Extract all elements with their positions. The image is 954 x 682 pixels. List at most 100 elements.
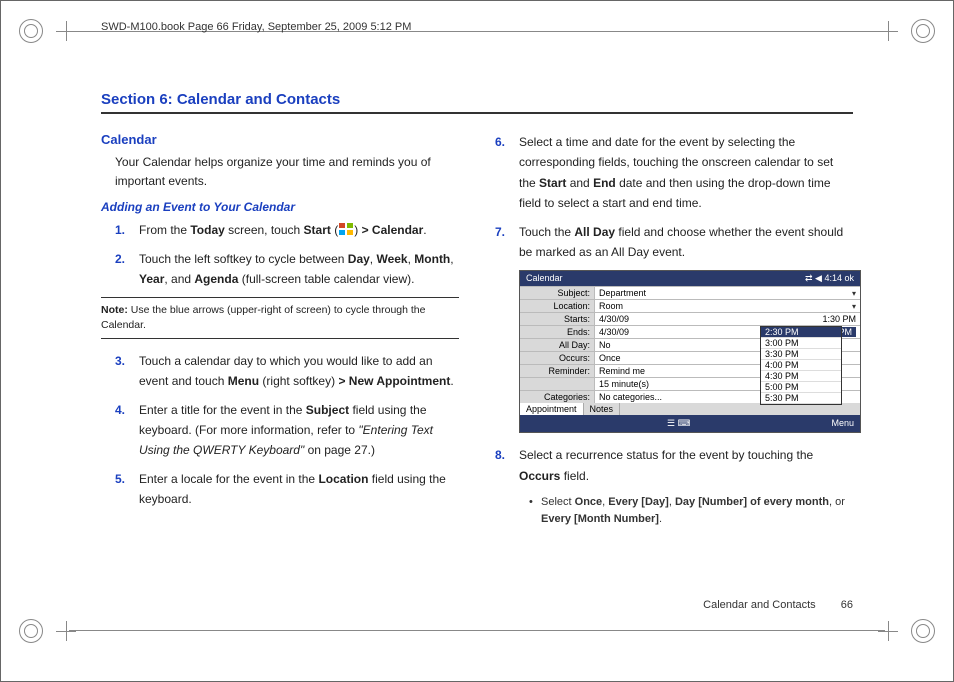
step-3: 3. Touch a calendar day to which you wou… xyxy=(115,351,459,392)
screenshot-title-bar: Calendar ⇄ ◀ 4:14 ok xyxy=(520,271,860,286)
softkey-right-menu: Menu xyxy=(831,418,854,429)
tab-notes: Notes xyxy=(584,403,621,415)
text: ) xyxy=(354,223,361,237)
section-title: Section 6: Calendar and Contacts xyxy=(101,91,853,114)
field-label-allday: All Day: xyxy=(520,339,595,351)
keyboard-icon: ☰ ⌨ xyxy=(667,418,691,429)
bold-text: Start xyxy=(304,223,331,237)
screenshot-softkey-bar: ☰ ⌨ Menu xyxy=(520,415,860,432)
dropdown-option: 3:00 PM xyxy=(761,338,841,349)
field-value-starts-time: 1:30 PM xyxy=(822,314,856,324)
dropdown-option: 4:00 PM xyxy=(761,360,841,371)
text: (right softkey) xyxy=(259,374,338,388)
field-label-starts: Starts: xyxy=(520,313,595,325)
text: Select xyxy=(541,496,575,508)
note-text: Use the blue arrows (upper-right of scre… xyxy=(101,304,426,331)
bold-text: Week xyxy=(376,252,407,266)
registration-target-icon xyxy=(911,19,935,43)
bold-text: End xyxy=(593,176,616,190)
text: . xyxy=(659,513,662,525)
dropdown-option: 3:30 PM xyxy=(761,349,841,360)
chevron-down-icon: ▾ xyxy=(852,302,856,311)
text: , or xyxy=(829,496,845,508)
step-8: 8. Select a recurrence status for the ev… xyxy=(495,445,853,486)
windows-start-icon xyxy=(339,223,353,235)
step-number: 2. xyxy=(115,249,139,290)
text: field. xyxy=(560,469,589,483)
chevron-down-icon: ▾ xyxy=(852,289,856,298)
device-screenshot: Calendar ⇄ ◀ 4:14 ok Subject:Department▾… xyxy=(519,270,861,433)
field-value-subject: Department xyxy=(599,288,646,298)
field-value-allday: No xyxy=(599,340,611,350)
time-dropdown-list: 2:30 PM 3:00 PM 3:30 PM 4:00 PM 4:30 PM … xyxy=(760,326,842,405)
bold-text: All Day xyxy=(574,225,615,239)
sub-bullet: • Select Once, Every [Day], Day [Number]… xyxy=(529,494,853,527)
field-label-occurs: Occurs: xyxy=(520,352,595,364)
field-value-categories: No categories... xyxy=(599,392,662,402)
text: . xyxy=(423,223,426,237)
page-source-header: SWD-M100.book Page 66 Friday, September … xyxy=(101,21,411,33)
dropdown-option: 5:30 PM xyxy=(761,393,841,404)
text: , xyxy=(450,252,453,266)
text: . xyxy=(450,374,453,388)
bold-text: Once xyxy=(575,496,603,508)
page: SWD-M100.book Page 66 Friday, September … xyxy=(0,0,954,682)
note-label: Note: xyxy=(101,304,128,316)
text: and xyxy=(566,176,593,190)
bullet-dot: • xyxy=(529,494,541,527)
bold-text: Day [Number] of every month xyxy=(675,496,829,508)
registration-target-icon xyxy=(19,19,43,43)
field-label-blank xyxy=(520,378,595,390)
tab-appointment: Appointment xyxy=(520,403,584,415)
text: screen, touch xyxy=(225,223,304,237)
crop-mark-icon xyxy=(878,621,898,641)
step-number: 5. xyxy=(115,469,139,510)
step-2: 2. Touch the left softkey to cycle betwe… xyxy=(115,249,459,290)
bold-text: Month xyxy=(414,252,450,266)
step-number: 3. xyxy=(115,351,139,392)
field-label-categories: Categories: xyxy=(520,391,595,403)
crop-mark-icon xyxy=(56,621,76,641)
bold-text: > Calendar xyxy=(362,223,424,237)
bold-text: Menu xyxy=(228,374,259,388)
bold-text: Occurs xyxy=(519,469,560,483)
text: Select a recurrence status for the event… xyxy=(519,448,813,462)
bold-text: Start xyxy=(539,176,566,190)
step-number: 1. xyxy=(115,220,139,240)
step-number: 7. xyxy=(495,222,519,263)
bold-text: > New Appointment xyxy=(338,374,450,388)
heading-adding-event: Adding an Event to Your Calendar xyxy=(101,200,459,214)
text: From the xyxy=(139,223,190,237)
text: ( xyxy=(331,223,338,237)
bold-text: Subject xyxy=(306,403,349,417)
field-value-reminder-minutes: 15 minute(s) xyxy=(599,379,649,389)
field-value-reminder: Remind me xyxy=(599,366,645,376)
step-number: 6. xyxy=(495,132,519,214)
step-1: 1. From the Today screen, touch Start ()… xyxy=(115,220,459,240)
field-value-location: Room xyxy=(599,301,623,311)
content-area: Section 6: Calendar and Contacts Calenda… xyxy=(101,91,853,611)
bold-text: Agenda xyxy=(194,272,238,286)
two-column-layout: Calendar Your Calendar helps organize yo… xyxy=(101,132,853,527)
calendar-intro: Your Calendar helps organize your time a… xyxy=(115,153,459,190)
bold-text: Every [Day] xyxy=(608,496,669,508)
bold-text: Today xyxy=(190,223,224,237)
step-number: 4. xyxy=(115,400,139,461)
text: Touch the left softkey to cycle between xyxy=(139,252,348,266)
text: on page 27.) xyxy=(308,443,375,457)
field-value-occurs: Once xyxy=(599,353,621,363)
bold-text: Every [Month Number] xyxy=(541,513,659,525)
field-value-starts-date: 4/30/09 xyxy=(599,314,629,324)
field-value-ends-date: 4/30/09 xyxy=(599,327,629,337)
screenshot-status-icons: ⇄ ◀ 4:14 ok xyxy=(805,273,854,284)
text: , and xyxy=(164,272,194,286)
screenshot-app-name: Calendar xyxy=(526,273,563,284)
step-number: 8. xyxy=(495,445,519,486)
field-label-location: Location: xyxy=(520,300,595,312)
dropdown-option: 4:30 PM xyxy=(761,371,841,382)
footer-chapter: Calendar and Contacts xyxy=(703,599,816,611)
dropdown-option: 5:00 PM xyxy=(761,382,841,393)
footer-page-number: 66 xyxy=(841,599,853,611)
right-column: 6. Select a time and date for the event … xyxy=(495,132,853,527)
bold-text: Location xyxy=(318,472,368,486)
